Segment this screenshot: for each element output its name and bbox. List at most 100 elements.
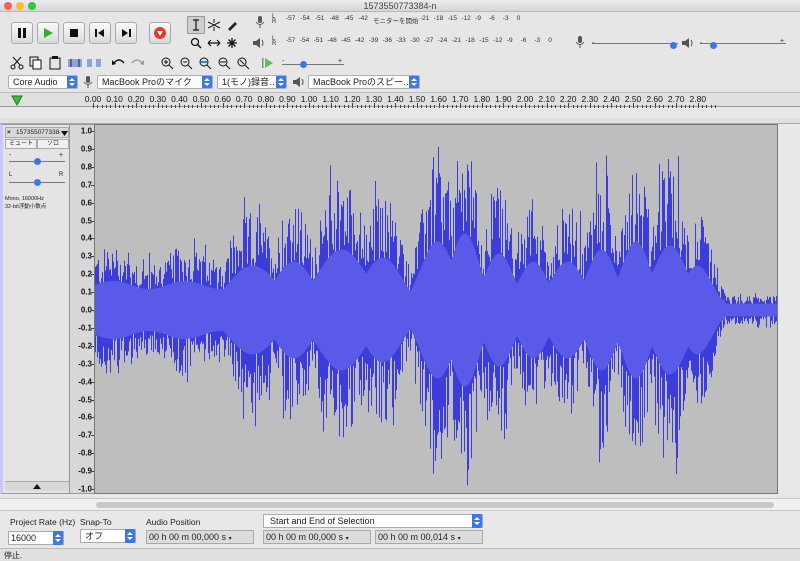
ruler-tick: [261, 105, 263, 108]
amplitude-label: -0.3: [78, 359, 92, 369]
meter-tick-label: -51: [313, 37, 323, 44]
input-device-select[interactable]: MacBook Proのマイク: [97, 75, 213, 89]
zoom-out-button[interactable]: [177, 54, 195, 72]
selection-tool[interactable]: [187, 16, 205, 34]
project-rate-value: 16000: [11, 533, 37, 543]
meter-tick-label: -54: [300, 15, 310, 22]
play-button[interactable]: [37, 22, 59, 44]
selection-mode-select[interactable]: Start and End of Selection: [263, 514, 483, 528]
ruler-tick: [179, 103, 181, 108]
solo-button[interactable]: ソロ: [37, 139, 69, 149]
ruler-tick: [296, 105, 298, 108]
redo-button[interactable]: [128, 54, 146, 72]
snap-to-value: オフ: [85, 531, 104, 541]
playback-volume-slider[interactable]: - +: [700, 38, 786, 49]
ruler-tick: [473, 105, 475, 108]
ruler-tick: [615, 105, 617, 108]
audio-position-field[interactable]: 00 h 00 m 00,000 s ▾: [146, 530, 254, 544]
selection-end-dropdown-icon[interactable]: ▾: [458, 536, 461, 542]
envelope-tool[interactable]: [205, 16, 223, 34]
ruler-tick: [196, 105, 198, 108]
record-button[interactable]: [149, 22, 171, 44]
skip-start-button[interactable]: [89, 22, 111, 44]
play-head-marker-icon[interactable]: [11, 95, 23, 106]
cut-button[interactable]: [8, 54, 26, 72]
fit-selection-button[interactable]: [196, 54, 214, 72]
amplitude-label: -0.6: [78, 412, 92, 422]
waveform-display[interactable]: [94, 124, 778, 494]
skip-end-button[interactable]: [115, 22, 137, 44]
snap-to-select[interactable]: オフ: [80, 529, 136, 543]
mute-button[interactable]: ミュート: [5, 139, 37, 149]
multi-tool[interactable]: [223, 34, 241, 52]
gain-slider[interactable]: - +: [9, 152, 65, 167]
undo-button[interactable]: [110, 54, 128, 72]
pan-slider-thumb[interactable]: [34, 179, 41, 186]
zoom-fit-icon: [218, 57, 231, 70]
record-meter[interactable]: -57 -54 -51 -48 -45 -42 モニターを開始 -21 -18 -15 -12 -9 -…: [286, 15, 561, 25]
track-close-button[interactable]: ×: [7, 128, 11, 138]
selection-start-dropdown-icon[interactable]: ▾: [346, 536, 349, 542]
ruler-tick: [309, 103, 310, 108]
mic-volume-icon: [575, 36, 585, 48]
horizontal-scroll-thumb[interactable]: [96, 502, 774, 508]
pause-button[interactable]: [11, 22, 33, 44]
ruler-tick: [490, 105, 492, 108]
audio-host-select[interactable]: Core Audio: [8, 75, 78, 89]
ruler-tick: [620, 105, 622, 108]
ruler-tick: [702, 105, 704, 108]
zoom-in-button[interactable]: [158, 54, 176, 72]
track-name-button[interactable]: 1573550773384-n: [16, 128, 60, 138]
audio-position-label: Audio Position: [146, 517, 201, 527]
ruler-tick: [697, 103, 699, 108]
zoom-toggle-button[interactable]: [234, 54, 252, 72]
play-speed-slider[interactable]: - +: [282, 58, 344, 70]
horizontal-scrollbar[interactable]: [0, 498, 800, 510]
ruler-tick: [140, 105, 142, 108]
snap-to-label: Snap-To: [80, 517, 112, 527]
timeline-ruler[interactable]: 0.00 0.10 0.20 0.30 0.40 0.50 0.60 0.70 0.80 0.90…: [0, 92, 800, 108]
play-at-speed-button[interactable]: [259, 54, 277, 72]
ruler-tick: [252, 105, 254, 108]
chevron-updown-icon: [202, 76, 212, 88]
ruler-tick: [378, 105, 380, 108]
meter-tick-label: 0: [516, 15, 521, 22]
pencil-icon: [228, 22, 237, 31]
track-menu-chevron-icon[interactable]: [61, 131, 68, 136]
record-meter-right-label: R: [272, 19, 277, 25]
ruler-tick: [101, 105, 103, 108]
ruler-tick: [576, 105, 578, 108]
silence-button[interactable]: [85, 54, 103, 72]
start-monitoring-button[interactable]: モニターを開始: [373, 15, 419, 25]
trim-button[interactable]: [66, 54, 84, 72]
output-device-select[interactable]: MacBook Proのスピー…: [308, 75, 420, 89]
amplitude-ruler[interactable]: 1.0 0.9 0.8 0.7 0.6 0.5 0.4 0.3 0.2 0.1 0.0 -0.1 -0.…: [70, 124, 94, 494]
audio-position-dropdown-icon[interactable]: ▾: [229, 536, 232, 542]
pan-slider[interactable]: L R: [9, 172, 65, 187]
fit-project-button[interactable]: [215, 54, 233, 72]
zoom-tool[interactable]: [187, 34, 205, 52]
collapse-track-button[interactable]: [5, 481, 69, 491]
selection-start-field[interactable]: 00 h 00 m 00,000 s ▾: [263, 530, 371, 544]
ruler-tick: [386, 105, 388, 108]
recording-volume-slider[interactable]: -: [592, 39, 678, 49]
channels-select[interactable]: 1(モノ)録音…: [217, 75, 287, 89]
ruler-tick: [641, 105, 643, 108]
gain-slider-thumb[interactable]: [34, 158, 41, 165]
time-shift-tool[interactable]: [205, 34, 223, 52]
ruler-tick: [477, 105, 479, 108]
selection-start-value: 00 h 00 m 00,000 s: [266, 532, 344, 542]
project-rate-select[interactable]: 16000: [8, 531, 64, 545]
ruler-tick: [105, 105, 107, 108]
meter-tick-label: -18: [465, 37, 475, 44]
speaker-volume-icon: [682, 38, 693, 48]
paste-button[interactable]: [46, 54, 64, 72]
copy-button[interactable]: [27, 54, 45, 72]
draw-tool[interactable]: [223, 16, 241, 34]
stop-button[interactable]: [63, 22, 85, 44]
ruler-tick: [533, 105, 535, 108]
selection-end-field[interactable]: 00 h 00 m 00,014 s ▾: [375, 530, 483, 544]
ruler-tick: [153, 105, 155, 108]
meter-tick-label: -9: [475, 15, 481, 22]
playback-meter[interactable]: -57 -54 -51 -48 -45 -42 -39 -36 -33 -30 -27 -24 -21-…: [286, 37, 561, 47]
